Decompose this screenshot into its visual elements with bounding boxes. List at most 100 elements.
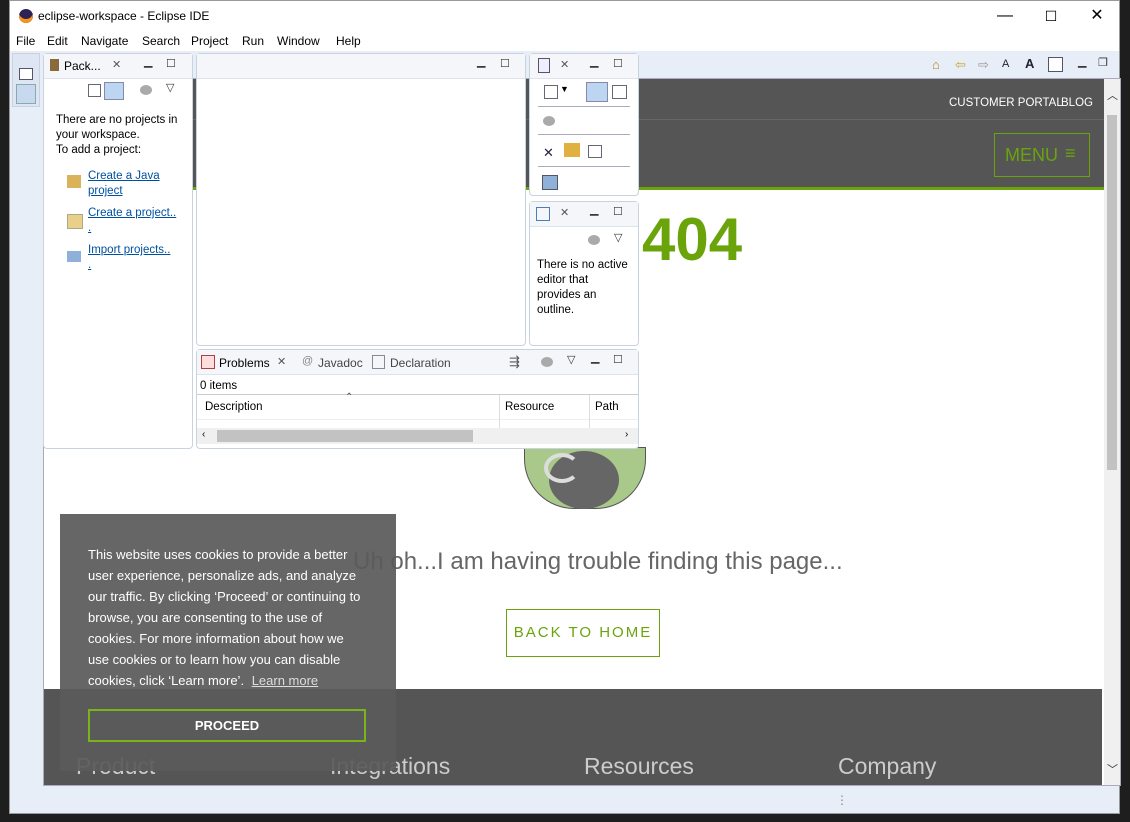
- view-menu-icon[interactable]: ▽: [614, 231, 622, 244]
- task-list-tabstrip: ✕ ▁ ☐: [530, 54, 638, 79]
- cookie-text-block: This website uses cookies to provide a b…: [88, 544, 364, 691]
- column-path[interactable]: Path: [595, 401, 619, 413]
- outline-message-line: provides an: [537, 289, 597, 301]
- font-larger-icon[interactable]: A: [1025, 56, 1034, 71]
- minimize-view-icon[interactable]: ▁: [1078, 55, 1086, 68]
- connect-icon[interactable]: [542, 175, 558, 190]
- task-list-icon[interactable]: [538, 58, 550, 73]
- close-button[interactable]: ✕: [1074, 1, 1120, 31]
- minimize-icon[interactable]: ▁: [591, 351, 599, 364]
- home-icon[interactable]: ⌂: [932, 57, 940, 72]
- learn-more-link[interactable]: Learn more: [252, 673, 318, 688]
- link-text: Create a Java: [88, 170, 160, 182]
- scroll-thumb[interactable]: [217, 430, 473, 442]
- restore-view-icon[interactable]: ❐: [1098, 56, 1108, 69]
- font-smaller-icon[interactable]: A: [1002, 58, 1009, 70]
- status-drag-handle-icon[interactable]: ⋮: [836, 793, 848, 807]
- dropdown-arrow-icon[interactable]: ▼: [560, 84, 569, 94]
- focus-icon[interactable]: [612, 85, 627, 99]
- categorize-icon[interactable]: [586, 82, 608, 102]
- collapse-all-icon[interactable]: [588, 145, 602, 158]
- new-task-icon[interactable]: [544, 85, 558, 99]
- menu-navigate[interactable]: Navigate: [81, 34, 128, 48]
- menu-search[interactable]: Search: [142, 34, 180, 48]
- show-toc-icon[interactable]: [1048, 57, 1063, 72]
- divider: [538, 106, 630, 107]
- maximize-icon[interactable]: ☐: [613, 57, 623, 70]
- filter-arrow-icon[interactable]: ⇶: [509, 354, 520, 370]
- menu-label: MENU: [1005, 145, 1058, 165]
- package-explorer-tab-label[interactable]: Pack...: [64, 59, 101, 73]
- filter-icon[interactable]: [541, 357, 553, 367]
- minimize-icon[interactable]: ▁: [477, 55, 485, 68]
- minimize-icon[interactable]: ▁: [590, 55, 598, 68]
- sync-icon[interactable]: [564, 143, 580, 157]
- close-tab-icon[interactable]: ✕: [560, 58, 569, 71]
- tab-declaration[interactable]: Declaration: [390, 356, 451, 370]
- blog-link[interactable]: BLOG: [1061, 97, 1093, 109]
- proceed-button[interactable]: PROCEED: [88, 709, 366, 742]
- minimize-icon[interactable]: ▁: [144, 55, 152, 68]
- outline-icon[interactable]: [536, 207, 550, 221]
- column-description[interactable]: Description: [205, 401, 263, 413]
- maximize-icon[interactable]: ☐: [613, 353, 623, 366]
- restore-icon[interactable]: [19, 68, 33, 80]
- package-explorer-view: Pack... ✕ ▁ ☐ ▽ There are no projects in…: [43, 53, 193, 449]
- menu-file[interactable]: File: [16, 34, 35, 48]
- create-java-project-link[interactable]: Create a Java project: [88, 169, 160, 199]
- back-to-home-label: BACK TO HOME: [513, 624, 653, 641]
- back-to-home-button[interactable]: BACK TO HOME: [506, 609, 660, 657]
- collapse-icon[interactable]: ✕: [543, 145, 554, 161]
- maximize-button[interactable]: ☐: [1028, 1, 1074, 31]
- column-divider: [499, 395, 500, 429]
- scroll-down-icon[interactable]: ﹀: [1107, 761, 1118, 777]
- customer-portal-link[interactable]: CUSTOMER PORTAL: [949, 97, 1063, 109]
- link-text: Create a project..: [88, 207, 177, 219]
- outline-message-line: There is no active: [537, 259, 628, 271]
- back-arrow-icon[interactable]: ⇦: [955, 57, 966, 73]
- tab-problems[interactable]: Problems: [219, 356, 270, 370]
- tab-javadoc[interactable]: Javadoc: [318, 356, 363, 370]
- column-resource[interactable]: Resource: [505, 401, 554, 413]
- footer-company[interactable]: Company: [838, 753, 936, 780]
- collapse-all-icon[interactable]: [88, 84, 101, 97]
- java-perspective-icon[interactable]: [16, 84, 36, 104]
- close-tab-icon[interactable]: ✕: [560, 206, 569, 219]
- footer-resources[interactable]: Resources: [584, 753, 694, 780]
- new-project-icon: [67, 214, 83, 229]
- menu-edit[interactable]: Edit: [47, 34, 68, 48]
- page-scrollbar[interactable]: ︿ ﹀: [1104, 79, 1120, 785]
- filter-icon[interactable]: [543, 116, 555, 126]
- scroll-thumb[interactable]: [1107, 115, 1117, 470]
- scroll-left-icon[interactable]: ‹: [202, 429, 205, 440]
- menu-run[interactable]: Run: [242, 34, 264, 48]
- forward-arrow-icon[interactable]: ⇨: [978, 57, 989, 73]
- menu-project[interactable]: Project: [191, 34, 228, 48]
- view-menu-icon[interactable]: ▽: [567, 353, 575, 366]
- maximize-icon[interactable]: ☐: [613, 205, 623, 218]
- view-menu-icon[interactable]: ▽: [166, 81, 174, 94]
- eclipse-logo-icon: [19, 9, 33, 23]
- minimize-button[interactable]: —: [982, 1, 1028, 31]
- minimize-icon[interactable]: ▁: [590, 203, 598, 216]
- outline-message-line: editor that: [537, 274, 589, 286]
- problems-hscrollbar[interactable]: ‹ ›: [197, 428, 638, 444]
- import-projects-link[interactable]: Import projects.. .: [88, 243, 170, 273]
- scroll-up-icon[interactable]: ︿: [1107, 87, 1118, 103]
- close-tab-icon[interactable]: ✕: [277, 355, 286, 368]
- create-project-link[interactable]: Create a project.. .: [88, 206, 176, 236]
- scroll-right-icon[interactable]: ›: [625, 429, 628, 440]
- maximize-icon[interactable]: ☐: [166, 57, 176, 70]
- divider: [538, 166, 630, 167]
- close-tab-icon[interactable]: ✕: [112, 58, 121, 71]
- problems-view: Problems ✕ @ Javadoc Declaration ⇶ ▽ ▁ ☐…: [196, 349, 639, 449]
- filter-icon[interactable]: [588, 235, 600, 245]
- link-editor-icon[interactable]: [104, 82, 124, 100]
- menu-help[interactable]: Help: [336, 34, 361, 48]
- problems-table-header: Description ⌃ Resource Path: [197, 392, 638, 429]
- filter-icon[interactable]: [140, 85, 152, 95]
- maximize-icon[interactable]: ☐: [500, 57, 510, 70]
- menu-window[interactable]: Window: [277, 34, 320, 48]
- menu-button[interactable]: MENU ≡: [994, 133, 1090, 177]
- cookie-text: This website uses cookies to provide a b…: [88, 547, 361, 688]
